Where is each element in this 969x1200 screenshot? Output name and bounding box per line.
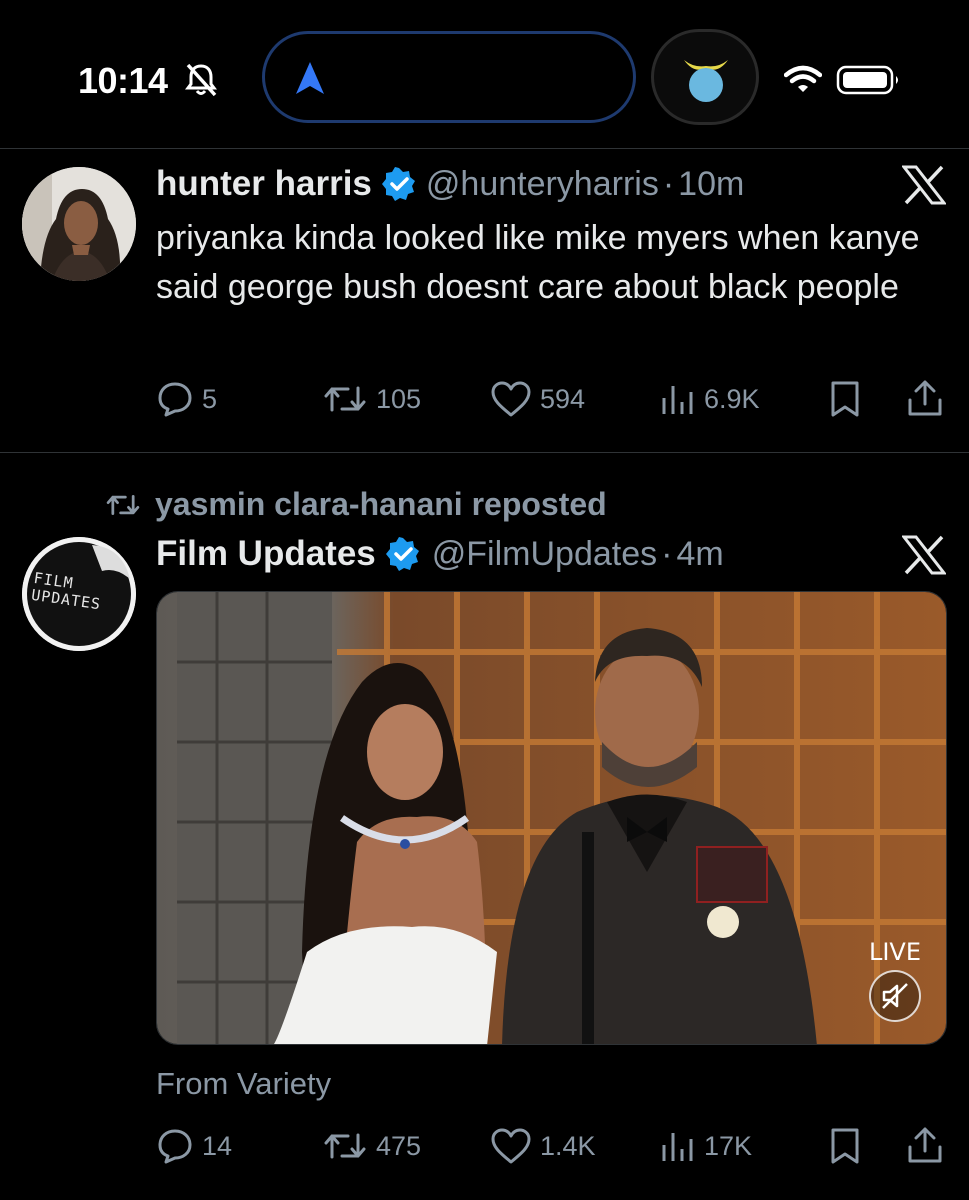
speaker-muted-icon — [882, 983, 908, 1009]
x-logo-icon[interactable] — [902, 165, 946, 205]
share-button[interactable] — [906, 378, 944, 418]
tweet-header: Film Updates @FilmUpdates · 4m — [156, 534, 724, 574]
avatar[interactable]: FILM UPDATES — [22, 537, 136, 651]
reply-icon — [158, 1129, 192, 1164]
like-button[interactable]: 1.4K — [490, 1127, 596, 1165]
tweet-text: priyanka kinda looked like mike myers wh… — [156, 219, 920, 306]
like-button[interactable]: 594 — [490, 380, 585, 418]
repost-icon — [324, 386, 366, 412]
author-handle[interactable]: @FilmUpdates — [432, 535, 657, 574]
analytics-icon — [662, 1133, 693, 1161]
like-count: 594 — [540, 383, 586, 414]
live-label: LIVE — [868, 938, 921, 966]
bell-slash-icon — [185, 63, 217, 97]
reply-icon — [158, 382, 192, 417]
reposted-by-label: yasmin clara-hanani reposted — [155, 486, 607, 522]
view-count: 6.9K — [704, 383, 760, 414]
x-logo-icon[interactable] — [902, 535, 946, 575]
tweet-time[interactable]: 4m — [676, 535, 723, 574]
video-frame — [157, 592, 946, 1044]
tweet-time[interactable]: 10m — [678, 165, 744, 204]
repost-icon — [106, 494, 140, 515]
like-count: 1.4K — [540, 1130, 596, 1161]
divider — [0, 148, 969, 149]
verified-badge-icon — [385, 537, 419, 571]
views-button[interactable]: 17K — [660, 1127, 752, 1165]
repost-icon — [324, 1133, 366, 1159]
mute-button[interactable] — [869, 970, 921, 1022]
share-icon — [908, 380, 942, 416]
reposted-by[interactable]: yasmin clara-hanani reposted — [105, 486, 607, 523]
bookmark-icon — [831, 381, 859, 417]
heart-icon — [491, 381, 531, 417]
app-icon — [684, 60, 728, 102]
share-icon — [908, 1127, 942, 1163]
media-source[interactable]: From Variety — [156, 1066, 331, 1102]
repost-button[interactable]: 475 — [322, 1127, 421, 1165]
analytics-icon — [662, 386, 693, 414]
reply-button[interactable]: 5 — [156, 380, 217, 418]
views-button[interactable]: 6.9K — [660, 380, 760, 418]
author-name[interactable]: hunter harris — [156, 164, 372, 204]
bookmark-icon — [831, 1128, 859, 1164]
avatar[interactable] — [22, 167, 136, 281]
reply-count: 14 — [202, 1130, 233, 1161]
repost-count: 475 — [376, 1130, 422, 1161]
repost-count: 105 — [376, 383, 422, 414]
battery-icon — [836, 65, 898, 95]
bookmark-button[interactable] — [828, 1127, 862, 1165]
author-name[interactable]: Film Updates — [156, 534, 376, 574]
navigation-arrow-icon — [296, 62, 324, 94]
video-player[interactable]: LIVE — [156, 591, 947, 1045]
divider — [0, 452, 969, 453]
share-button[interactable] — [906, 1125, 944, 1165]
bookmark-button[interactable] — [828, 380, 862, 418]
separator-dot: · — [662, 164, 675, 203]
wifi-icon — [784, 65, 822, 92]
author-handle[interactable]: @hunteryharris — [426, 165, 659, 204]
tweet-header: hunter harris @hunteryharris · 10m — [156, 164, 744, 204]
status-time: 10:14 — [78, 60, 168, 101]
verified-badge-icon — [381, 167, 415, 201]
repost-button[interactable]: 105 — [322, 380, 421, 418]
reply-button[interactable]: 14 — [156, 1127, 232, 1165]
reply-count: 5 — [202, 383, 218, 414]
separator-dot: · — [661, 534, 673, 573]
heart-icon — [491, 1128, 531, 1164]
view-count: 17K — [704, 1130, 753, 1161]
